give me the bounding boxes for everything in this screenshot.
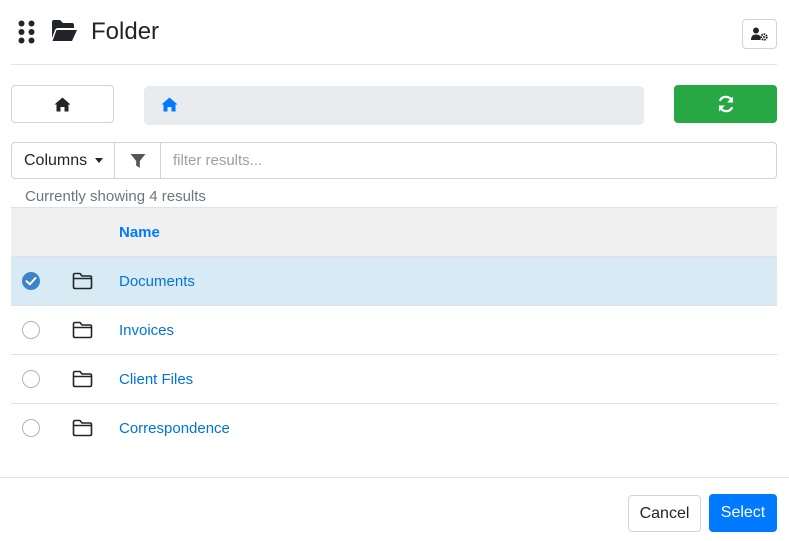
row-name-link[interactable]: Client Files [119, 371, 193, 388]
home-icon[interactable] [161, 97, 178, 112]
folder-open-icon [52, 20, 77, 41]
radio-checked-icon[interactable] [22, 272, 40, 290]
row-name-link[interactable]: Correspondence [119, 420, 230, 437]
table-row[interactable]: Client Files [11, 355, 777, 404]
folder-icon [72, 272, 93, 290]
funnel-icon [130, 153, 145, 168]
folder-icon [72, 419, 93, 437]
user-settings-button[interactable] [742, 19, 777, 49]
radio-unchecked-icon[interactable] [22, 321, 40, 339]
radio-unchecked-icon[interactable] [22, 419, 40, 437]
breadcrumb [144, 86, 644, 125]
filter-input[interactable] [160, 142, 777, 179]
caret-down-icon [95, 158, 104, 163]
select-button[interactable]: Select [709, 494, 777, 532]
refresh-button[interactable] [674, 85, 777, 123]
columns-label: Columns [24, 151, 88, 169]
header: Folder [0, 0, 789, 64]
page-title: Folder [91, 18, 160, 45]
columns-dropdown[interactable]: Columns [11, 142, 115, 179]
filter-bar: Columns [11, 142, 777, 179]
grid-dots-icon[interactable] [18, 20, 35, 44]
folder-icon [72, 321, 93, 339]
user-gear-icon [751, 27, 768, 41]
results-table: Name Documents Invoices Client Files Cor… [11, 207, 777, 453]
header-divider [11, 64, 777, 65]
results-count: Currently showing 4 results [25, 188, 206, 205]
column-header-name[interactable]: Name [119, 224, 160, 241]
folder-icon [72, 370, 93, 388]
home-button[interactable] [11, 85, 114, 123]
row-name-link[interactable]: Documents [119, 273, 195, 290]
row-name-link[interactable]: Invoices [119, 322, 174, 339]
table-row[interactable]: Correspondence [11, 404, 777, 453]
table-row[interactable]: Documents [11, 257, 777, 306]
table-row[interactable]: Invoices [11, 306, 777, 355]
table-header: Name [11, 207, 777, 257]
home-icon [54, 97, 71, 111]
radio-unchecked-icon[interactable] [22, 370, 40, 388]
filter-button[interactable] [114, 142, 161, 179]
footer-divider [0, 477, 789, 478]
refresh-icon [718, 95, 733, 113]
cancel-button[interactable]: Cancel [628, 495, 701, 532]
